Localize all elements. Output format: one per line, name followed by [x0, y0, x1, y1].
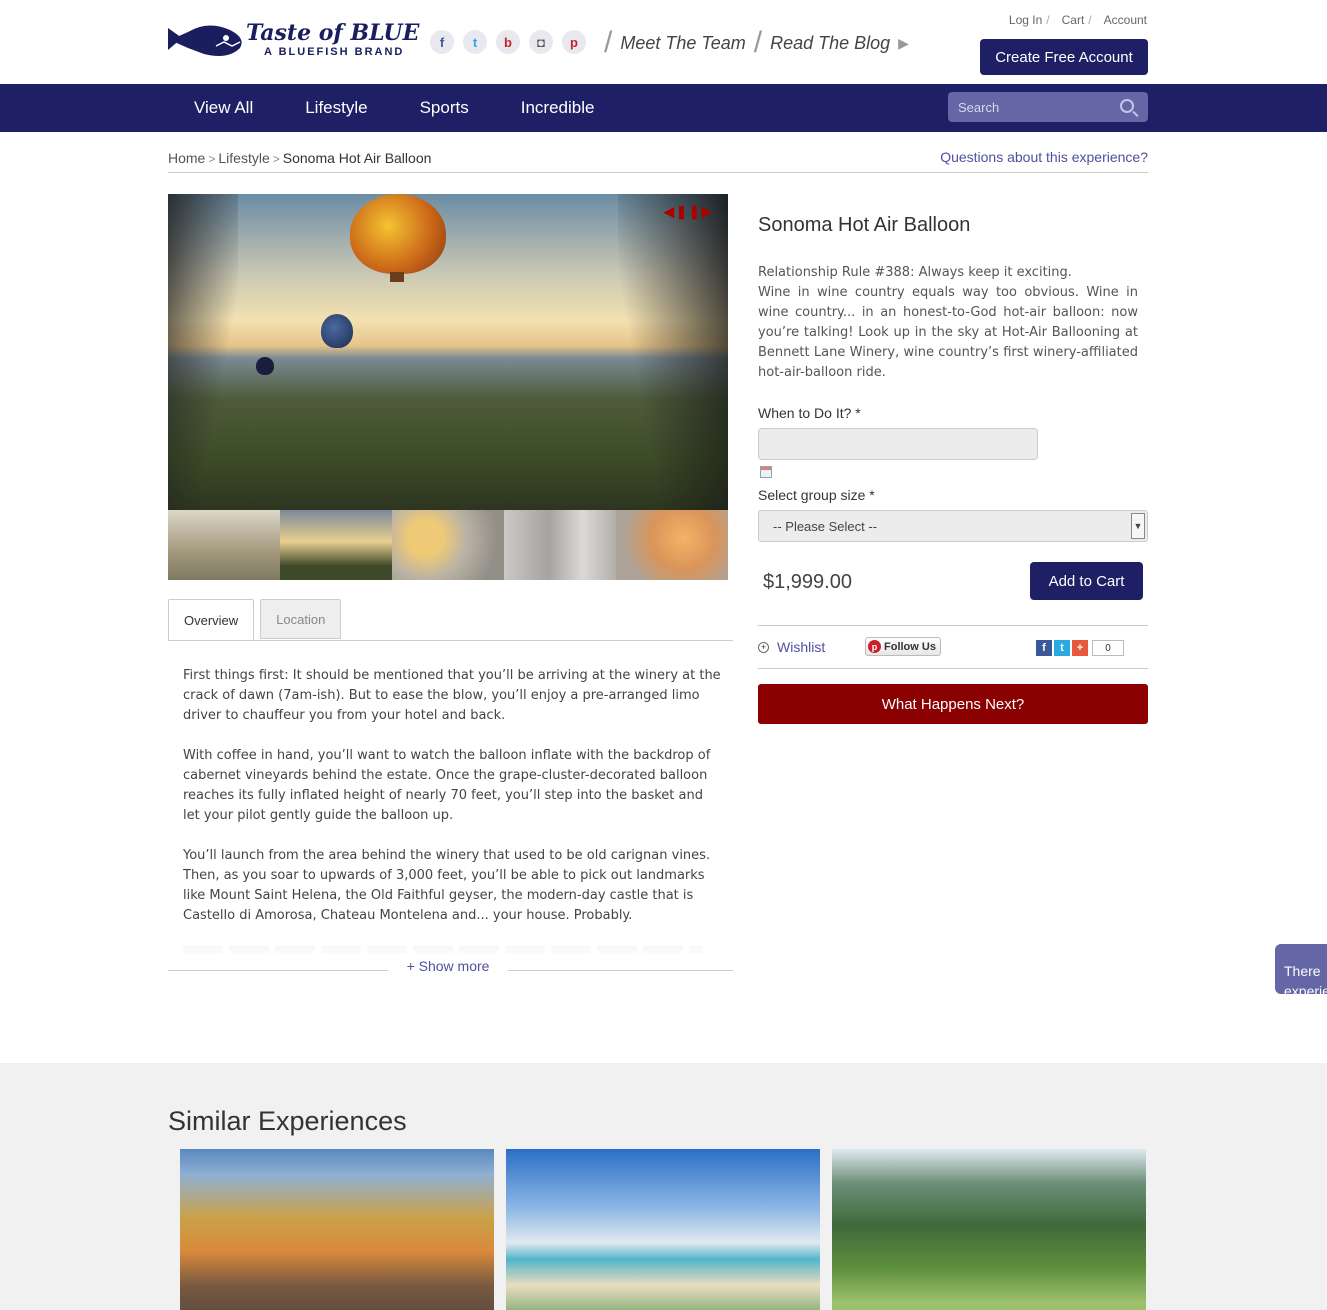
product-title: Sonoma Hot Air Balloon — [758, 214, 971, 236]
divider — [758, 625, 1148, 626]
search-input[interactable] — [948, 92, 1108, 122]
nav-item-incredible[interactable]: Incredible — [495, 98, 621, 118]
prev-arrow-icon[interactable]: ◀ — [664, 204, 676, 219]
basket-frame — [618, 194, 728, 510]
questions-link[interactable]: Questions about this experience? — [940, 149, 1148, 165]
product-description: Relationship Rule #388: Always keep it e… — [758, 263, 1138, 383]
group-size-select[interactable]: -- Please Select -- ▼ — [758, 510, 1148, 542]
divider — [168, 640, 733, 641]
thumbnail[interactable] — [392, 510, 504, 580]
relationship-rule: Relationship Rule #388: Always keep it e… — [758, 265, 1072, 280]
site-header: Taste of BLUE A BLUEFISH BRAND f t b ◘ p… — [0, 0, 1327, 84]
experience-card[interactable] — [506, 1149, 820, 1310]
follow-label: Follow Us — [884, 640, 936, 653]
chevron-down-icon: ▼ — [1131, 513, 1145, 539]
meet-team-link[interactable]: Meet The Team — [620, 33, 745, 54]
main-gallery-image[interactable] — [168, 194, 728, 510]
create-account-button[interactable]: Create Free Account — [980, 39, 1148, 75]
pause-icon[interactable]: ❚❚ — [676, 204, 702, 219]
facebook-share-icon[interactable]: f — [1036, 640, 1052, 656]
what-happens-next-button[interactable]: What Happens Next? — [758, 684, 1148, 724]
experience-card[interactable] — [832, 1149, 1146, 1310]
caret-right-icon: ▶ — [898, 34, 909, 51]
pinterest-follow-button[interactable]: p Follow Us — [865, 637, 941, 656]
plus-share-icon[interactable]: + — [1072, 640, 1088, 656]
date-label: When to Do It? * — [758, 405, 861, 421]
breadcrumb-lifestyle[interactable]: Lifestyle — [218, 150, 269, 166]
share-count: 0 — [1092, 640, 1124, 656]
calendar-icon[interactable] — [760, 466, 772, 478]
thumbnail[interactable] — [616, 510, 728, 580]
nav-item-sports[interactable]: Sports — [394, 98, 495, 118]
thumbnail-strip: ▶ — [168, 510, 728, 580]
top-nav: / Meet The Team / Read The Blog ▶ — [596, 26, 909, 59]
nav-item-lifestyle[interactable]: Lifestyle — [279, 98, 393, 118]
breadcrumb: Home > Lifestyle > Sonoma Hot Air Balloon — [168, 150, 432, 166]
group-size-label: Select group size * — [758, 487, 875, 503]
brand-name: Taste of BLUE — [246, 20, 420, 46]
twitter-icon[interactable]: t — [463, 30, 487, 54]
pinterest-icon[interactable]: p — [562, 30, 586, 54]
tab-bar: Overview Location — [168, 599, 342, 641]
instagram-icon[interactable]: ◘ — [529, 30, 553, 54]
tab-location[interactable]: Location — [260, 599, 342, 639]
site-logo[interactable]: Taste of BLUE A BLUEFISH BRAND — [168, 16, 419, 64]
breadcrumb-home[interactable]: Home — [168, 150, 205, 166]
social-links: f t b ◘ p — [430, 30, 586, 54]
bluefish-logo-icon — [168, 25, 242, 56]
tab-overview[interactable]: Overview — [168, 599, 255, 641]
gallery-controls: ◀❚❚▶ — [664, 204, 714, 220]
divider: / — [753, 26, 763, 59]
pinterest-icon: p — [868, 640, 881, 653]
product-blurb: Wine in wine country equals way too obvi… — [758, 285, 1138, 380]
wishlist-link[interactable]: + Wishlist — [758, 639, 825, 655]
breadcrumb-current: Sonoma Hot Air Balloon — [282, 150, 432, 166]
search-box — [948, 92, 1148, 122]
cart-link[interactable]: Cart — [1062, 13, 1085, 27]
next-arrow-icon[interactable]: ▶ — [702, 204, 714, 219]
user-links: Log In / Cart / Account — [1008, 13, 1147, 27]
section-heading: Similar Experiences — [168, 1106, 407, 1136]
divider: / — [604, 26, 613, 59]
login-link[interactable]: Log In — [1009, 13, 1042, 27]
overview-text: First things first: It should be mention… — [183, 666, 723, 946]
blog-icon[interactable]: b — [496, 30, 520, 54]
balloon-shape — [321, 314, 353, 348]
show-more-link[interactable]: + Show more — [388, 958, 508, 974]
side-feedback-tab[interactable]: There experie — [1275, 944, 1327, 994]
balloon-shape — [350, 194, 446, 274]
divider — [758, 668, 1148, 669]
divider — [168, 172, 1148, 173]
account-link[interactable]: Account — [1104, 13, 1147, 27]
balloon-basket — [390, 272, 404, 282]
share-buttons: f t + 0 — [1036, 640, 1124, 656]
add-to-cart-button[interactable]: Add to Cart — [1030, 562, 1143, 600]
paragraph: You’ll launch from the area behind the w… — [183, 848, 711, 923]
price: $1,999.00 — [763, 571, 852, 593]
read-blog-link[interactable]: Read The Blog — [770, 33, 890, 54]
balloon-shape — [256, 357, 274, 375]
nav-item-view-all[interactable]: View All — [168, 98, 279, 118]
date-input[interactable] — [758, 428, 1038, 460]
thumbnail[interactable] — [168, 510, 280, 580]
similar-experiences-section: Similar Experiences — [0, 1063, 1327, 1310]
brand-subtitle: A BLUEFISH BRAND — [264, 46, 405, 58]
thumbnail[interactable] — [280, 510, 392, 580]
twitter-share-icon[interactable]: t — [1054, 640, 1070, 656]
facebook-icon[interactable]: f — [430, 30, 454, 54]
paragraph: With coffee in hand, you’ll want to watc… — [183, 748, 711, 823]
group-size-value: -- Please Select -- — [773, 518, 878, 534]
plus-icon: + — [758, 641, 769, 653]
search-icon[interactable] — [1120, 99, 1134, 113]
paragraph: First things first: It should be mention… — [183, 668, 721, 723]
wishlist-label: Wishlist — [777, 639, 826, 655]
experience-card[interactable] — [180, 1149, 494, 1310]
basket-frame — [168, 194, 238, 510]
main-nav: View All Lifestyle Sports Incredible — [0, 84, 1327, 132]
thumbnail[interactable] — [504, 510, 616, 580]
